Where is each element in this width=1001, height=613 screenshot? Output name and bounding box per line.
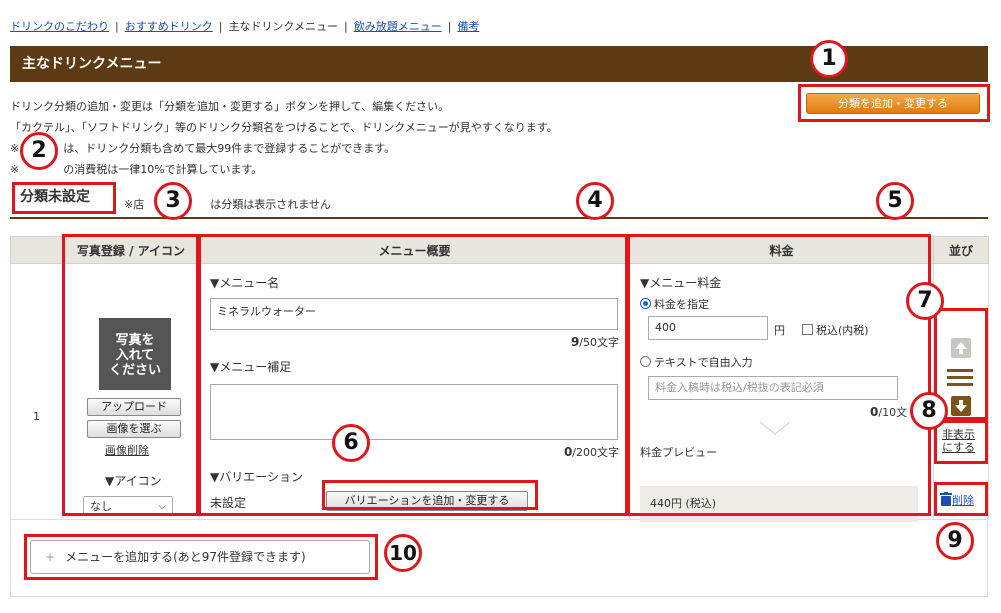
breadcrumb: ドリンクのこだわり | おすすめドリンク | 主なドリンクメニュー | 飲み放題メニュー | 備… (10, 18, 479, 34)
photo-placeholder[interactable]: 写真を 入れて ください (99, 318, 171, 390)
add-category-button[interactable]: 分類を追加・変更する (806, 93, 980, 114)
icon-select-value: なし (90, 500, 112, 513)
photo-placeholder-text: 入れて (115, 348, 155, 363)
radio-free-text[interactable]: テキストで自由入力 (640, 354, 753, 370)
move-up-icon[interactable] (951, 338, 971, 358)
add-menu-label: メニューを追加する(あと97件登録できます) (65, 550, 306, 564)
variation-label: ▼バリエーション (210, 470, 303, 484)
yen-label: 円 (774, 324, 785, 337)
hide-link-text: にする (942, 441, 976, 454)
callout-9: 9 (936, 522, 974, 560)
description: ドリンク分類の追加・変更は「分類を追加・変更する」ボタンを押して、編集ください。… (10, 96, 558, 180)
variation-status: 未設定 (210, 496, 247, 510)
callout-8: 8 (910, 392, 948, 430)
price-cell: ▼メニュー料金 料金を指定 400 円 税込(内税) テキストで自由入力 料金入… (629, 263, 934, 522)
menu-name-input[interactable]: ミネラルウォーター (210, 298, 618, 330)
preview-arrow-icon (760, 422, 790, 435)
breadcrumb-link-nomihoudai[interactable]: 飲み放題メニュー (354, 20, 442, 33)
delete-row[interactable]: 削除 (940, 492, 974, 508)
column-header-photo: 写真登録 / アイコン (62, 236, 200, 264)
description-line: 「カクテル」、「ソフトドリンク」等のドリンク分類名をつけることで、ドリンクメニュ… (10, 121, 558, 134)
icon-select[interactable]: なし ⌵ (83, 496, 173, 516)
breadcrumb-separator: | (447, 20, 452, 33)
radio-specify-price[interactable]: 料金を指定 (640, 296, 709, 312)
table-row: 1 写真を 入れて ください アップロード 画像を選ぶ 画像削除 ▼アイコン な… (10, 263, 989, 522)
column-header-price: 料金 (629, 236, 934, 264)
overview-cell: ▼メニュー名 ミネラルウォーター 9/50文字 ▼メニュー補足 0/200文字 … (199, 263, 630, 520)
category-divider (10, 217, 988, 219)
breadcrumb-link-kodawari[interactable]: ドリンクのこだわり (10, 20, 109, 33)
radio-specify-price-label: 料金を指定 (654, 298, 709, 311)
upload-button[interactable]: アップロード (87, 398, 181, 416)
description-line: ドリンク分類の追加・変更は「分類を追加・変更する」ボタンを押して、編集ください。 (10, 100, 450, 113)
menu-name-counter: 9/50文字 (571, 334, 619, 350)
hide-link[interactable]: 非表示 にする (942, 428, 975, 454)
breadcrumb-link-osusume[interactable]: おすすめドリンク (125, 20, 213, 33)
plus-icon: + (45, 550, 56, 564)
menu-name-label: ▼メニュー名 (210, 276, 280, 290)
icon-label: ▼アイコン (105, 474, 162, 488)
table-header-row: 写真登録 / アイコン メニュー概要 料金 並び (10, 236, 989, 264)
menu-supplement-counter: 0/200文字 (564, 444, 619, 460)
free-text-limit: /10文 (878, 406, 908, 419)
callout-4: 4 (576, 182, 614, 220)
column-header-number (10, 236, 63, 264)
breadcrumb-current: 主なドリンクメニュー (228, 20, 338, 33)
photo-placeholder-text: ください (108, 363, 161, 378)
radio-unselected-icon (640, 356, 651, 367)
row-number-cell: 1 (10, 263, 63, 520)
breadcrumb-separator: | (115, 20, 119, 33)
add-menu-button[interactable]: + メニューを追加する(あと97件登録できます) (30, 540, 370, 574)
tax-included-checkbox[interactable]: 税込(内税) (802, 322, 869, 338)
delete-link[interactable]: 削除 (952, 494, 974, 507)
hide-link-text: 非表示 (942, 428, 976, 441)
tax-included-label: 税込(内税) (816, 324, 869, 337)
move-down-icon[interactable] (951, 396, 971, 416)
choose-image-button[interactable]: 画像を選ぶ (87, 420, 181, 438)
callout-3: 3 (154, 182, 192, 220)
add-variation-button[interactable]: バリエーションを追加・変更する (326, 491, 528, 511)
free-text-counter: 0/10文 (870, 404, 907, 420)
menu-table: 写真登録 / アイコン メニュー概要 料金 並び 1 写真を 入れて ください … (10, 236, 989, 522)
free-text-input[interactable]: 料金入稿時は税込/税抜の表記必須 (648, 376, 898, 400)
menu-supplement-limit: /200文字 (572, 446, 619, 459)
delete-image-link[interactable]: 画像削除 (105, 442, 149, 458)
callout-2: 2 (20, 132, 58, 170)
photo-placeholder-text: 写真を (115, 333, 155, 348)
radio-free-text-label: テキストで自由入力 (654, 356, 753, 369)
description-line: ※ は、ドリンク分類も含めて最大99件まで登録することができます。 (10, 142, 396, 155)
chevron-down-icon: ⌵ (158, 501, 166, 512)
trash-icon (940, 492, 952, 506)
callout-6: 6 (332, 424, 370, 462)
radio-selected-icon (640, 298, 651, 309)
callout-5: 5 (876, 182, 914, 220)
checkbox-icon (802, 324, 813, 335)
breadcrumb-separator: | (344, 20, 348, 33)
drag-handle-icon[interactable] (947, 368, 973, 388)
column-header-overview: メニュー概要 (199, 236, 630, 264)
breadcrumb-link-biko[interactable]: 備考 (457, 20, 479, 33)
callout-7: 7 (906, 282, 944, 320)
column-header-sort: 並び (933, 236, 989, 264)
menu-supplement-label: ▼メニュー補足 (210, 360, 292, 374)
category-label: 分類未設定 (20, 189, 90, 205)
row-number: 1 (33, 410, 40, 423)
price-preview-label: 料金プレビュー (640, 446, 717, 459)
description-line: ※ の消費税は一律10%で計算しています。 (10, 163, 263, 176)
callout-10: 10 (384, 534, 422, 572)
price-section-label: ▼メニュー料金 (640, 276, 722, 290)
photo-cell: 写真を 入れて ください アップロード 画像を選ぶ 画像削除 ▼アイコン なし … (62, 263, 200, 520)
menu-name-limit: /50文字 (579, 336, 619, 349)
callout-1: 1 (810, 40, 848, 78)
menu-supplement-input[interactable] (210, 384, 618, 440)
breadcrumb-separator: | (218, 20, 223, 33)
price-input[interactable]: 400 (648, 316, 768, 340)
